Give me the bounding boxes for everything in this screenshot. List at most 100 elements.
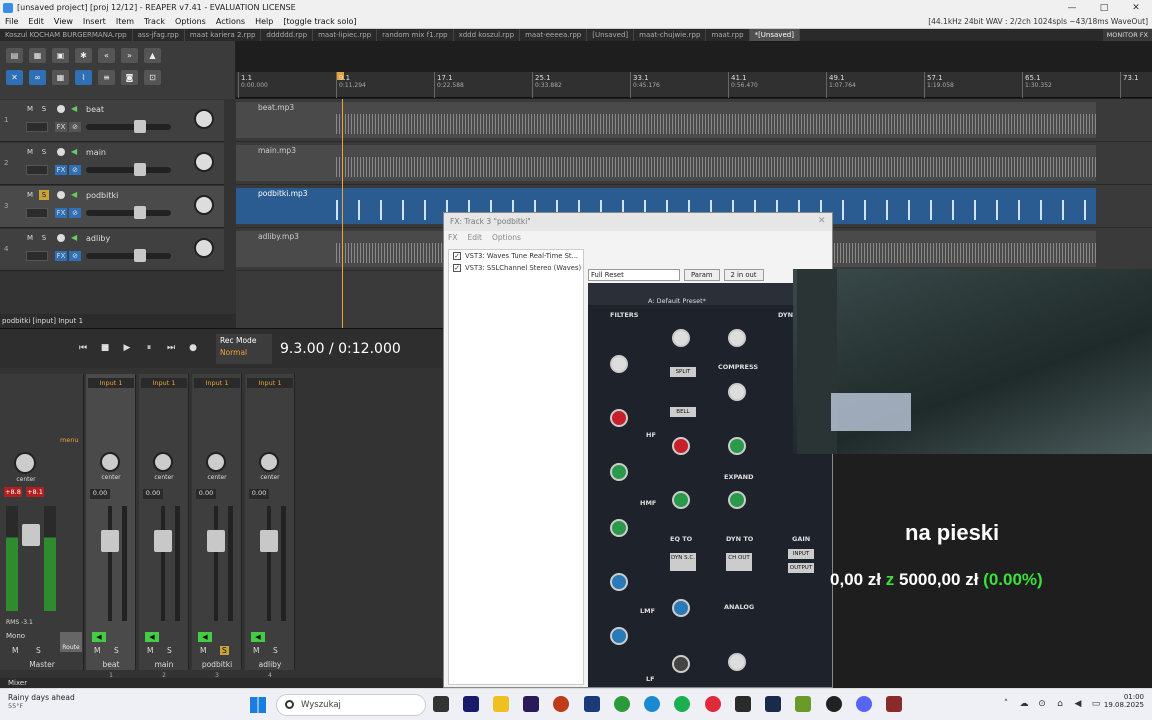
split-button[interactable]: SPLIT bbox=[670, 367, 696, 377]
project-tab[interactable]: maat.rpp bbox=[706, 29, 750, 41]
strip-pan-knob[interactable] bbox=[153, 452, 173, 472]
strip-input-label[interactable]: Input 1 bbox=[88, 378, 134, 388]
record-arm-button[interactable] bbox=[57, 105, 65, 113]
strip-solo-button[interactable]: S bbox=[220, 646, 229, 655]
fx-enable-checkbox[interactable]: ✓ bbox=[453, 264, 461, 272]
track-mute-button[interactable]: M bbox=[25, 190, 35, 200]
strip-volume-fader[interactable] bbox=[260, 530, 278, 552]
strip-solo-button[interactable]: S bbox=[167, 646, 172, 655]
speaker-icon[interactable]: ◀ bbox=[71, 233, 81, 243]
go-to-start-button[interactable]: ⏮ bbox=[74, 339, 92, 357]
start-icon[interactable] bbox=[250, 697, 266, 713]
track-header-beat[interactable]: 1 M S ◀ beat FX ⊘ bbox=[0, 100, 224, 142]
track-pan-knob[interactable] bbox=[194, 238, 214, 258]
opera-icon[interactable] bbox=[705, 696, 721, 712]
maximize-button[interactable]: □ bbox=[1088, 3, 1120, 13]
menu-actions[interactable]: Actions bbox=[211, 17, 250, 26]
input-button[interactable]: INPUT bbox=[788, 549, 814, 559]
speaker-icon[interactable]: ◀ bbox=[71, 104, 81, 114]
pause-button[interactable]: ⏸ bbox=[140, 339, 158, 357]
master-route-button[interactable]: Route bbox=[60, 632, 82, 652]
menu-file[interactable]: File bbox=[0, 17, 23, 26]
track-phase-icon[interactable]: ⊘ bbox=[69, 208, 81, 218]
fx-menu-options[interactable]: Options bbox=[492, 233, 521, 247]
strip-volume-readout[interactable]: 0.00 bbox=[90, 489, 110, 499]
strip-mute-button[interactable]: M bbox=[94, 646, 100, 655]
project-tab[interactable]: [Unsaved] bbox=[587, 29, 635, 41]
edge-icon[interactable] bbox=[644, 696, 660, 712]
track-name[interactable]: beat bbox=[86, 105, 104, 114]
audio-device-status[interactable]: [44.1kHz 24bit WAV : 2/2ch 1024spls ~43/… bbox=[928, 17, 1152, 26]
ch-out-button[interactable]: CH OUT bbox=[726, 553, 752, 571]
strip-mute-button[interactable]: M bbox=[147, 646, 153, 655]
route-icon[interactable] bbox=[26, 251, 48, 261]
master-mute-button[interactable]: M bbox=[12, 646, 18, 655]
record-arm-button[interactable] bbox=[57, 191, 65, 199]
media-item[interactable]: beat.mp3 bbox=[236, 102, 1096, 138]
menu-edit[interactable]: Edit bbox=[23, 17, 49, 26]
project-tab[interactable]: xddd koszul.rpp bbox=[454, 29, 521, 41]
discord-icon[interactable] bbox=[856, 696, 872, 712]
track-solo-button[interactable]: S bbox=[39, 190, 49, 200]
menu-help[interactable]: Help bbox=[250, 17, 278, 26]
new-project-icon[interactable]: ▤ bbox=[6, 48, 23, 63]
route-icon[interactable] bbox=[26, 122, 48, 132]
after-effects-icon[interactable] bbox=[463, 696, 479, 712]
project-tab[interactable]: ass-jfag.rpp bbox=[133, 29, 185, 41]
track-fx-button[interactable]: FX bbox=[55, 208, 67, 218]
weather-widget[interactable]: Rainy days ahead 55°F bbox=[8, 693, 75, 710]
track-phase-icon[interactable]: ⊘ bbox=[69, 251, 81, 261]
master-solo-button[interactable]: S bbox=[36, 646, 41, 655]
strip-pan-knob[interactable] bbox=[259, 452, 279, 472]
track-pan-knob[interactable] bbox=[194, 195, 214, 215]
project-tab[interactable]: Koszul KOCHAM BURGERMANA.rpp bbox=[0, 29, 133, 41]
hf-gain-knob[interactable] bbox=[610, 409, 628, 427]
strip-input-label[interactable]: Input 1 bbox=[247, 378, 293, 388]
time-display[interactable]: 9.3.00 / 0:12.000 bbox=[280, 341, 401, 357]
track-mute-button[interactable]: M bbox=[25, 233, 35, 243]
track-lane[interactable]: main.mp3 bbox=[236, 143, 1152, 185]
minecraft-icon[interactable] bbox=[795, 696, 811, 712]
exp-threshold-knob[interactable] bbox=[728, 491, 746, 509]
file-explorer-icon[interactable] bbox=[493, 696, 509, 712]
strip-volume-fader[interactable] bbox=[207, 530, 225, 552]
track-header-adliby[interactable]: 4 M S ◀ adliby FX ⊘ bbox=[0, 229, 224, 271]
comp-threshold-knob[interactable] bbox=[728, 383, 746, 401]
master-mono-button[interactable]: Mono bbox=[6, 632, 25, 640]
track-fx-button[interactable]: FX bbox=[55, 122, 67, 132]
strip-mute-button[interactable]: M bbox=[253, 646, 259, 655]
redo-icon[interactable]: » bbox=[121, 48, 138, 63]
track-name[interactable]: main bbox=[86, 148, 106, 157]
strip-input-label[interactable]: Input 1 bbox=[141, 378, 187, 388]
minimize-button[interactable]: — bbox=[1056, 3, 1088, 13]
track-header-main[interactable]: 2 M S ◀ main FX ⊘ bbox=[0, 143, 224, 185]
strip-volume-readout[interactable]: 0.00 bbox=[249, 489, 269, 499]
track-solo-button[interactable]: S bbox=[39, 233, 49, 243]
record-button[interactable]: ● bbox=[184, 339, 202, 357]
battery-icon[interactable]: ▭ bbox=[1090, 699, 1102, 711]
track-pan-knob[interactable] bbox=[194, 152, 214, 172]
track-header-podbitki[interactable]: 3 M S ◀ podbitki FX ⊘ bbox=[0, 186, 224, 228]
fx-chain-entry[interactable]: ✓ VST3: Waves Tune Real-Time St... bbox=[449, 250, 583, 262]
master-pan-knob[interactable] bbox=[14, 452, 36, 474]
fx-menu-edit[interactable]: Edit bbox=[467, 233, 482, 247]
route-icon[interactable] bbox=[26, 165, 48, 175]
fx-chain-entry[interactable]: ✓ VST3: SSLChannel Stereo (Waves) bbox=[449, 262, 583, 274]
track-pan-knob[interactable] bbox=[194, 109, 214, 129]
lmf-freq-knob[interactable] bbox=[672, 599, 690, 617]
route-icon[interactable] bbox=[26, 208, 48, 218]
ripple-edit-icon[interactable]: ∞ bbox=[29, 70, 46, 85]
project-tab[interactable]: maat kariera 2.rpp bbox=[185, 29, 262, 41]
chrome-icon[interactable] bbox=[614, 696, 630, 712]
dyn-sc-button[interactable]: DYN S.C. bbox=[670, 553, 696, 571]
track-phase-icon[interactable]: ⊘ bbox=[69, 122, 81, 132]
preset-dropdown[interactable]: Full Reset bbox=[588, 269, 680, 281]
premiere-icon[interactable] bbox=[523, 696, 539, 712]
param-button[interactable]: Param bbox=[684, 269, 720, 281]
output-gain-knob[interactable] bbox=[728, 653, 746, 671]
strip-volume-fader[interactable] bbox=[154, 530, 172, 552]
project-tab[interactable]: dddddd.rpp bbox=[261, 29, 314, 41]
project-tab[interactable]: maat-chujwie.rpp bbox=[634, 29, 707, 41]
speaker-icon[interactable]: ◀ bbox=[198, 632, 212, 642]
track-phase-icon[interactable]: ⊘ bbox=[69, 165, 81, 175]
